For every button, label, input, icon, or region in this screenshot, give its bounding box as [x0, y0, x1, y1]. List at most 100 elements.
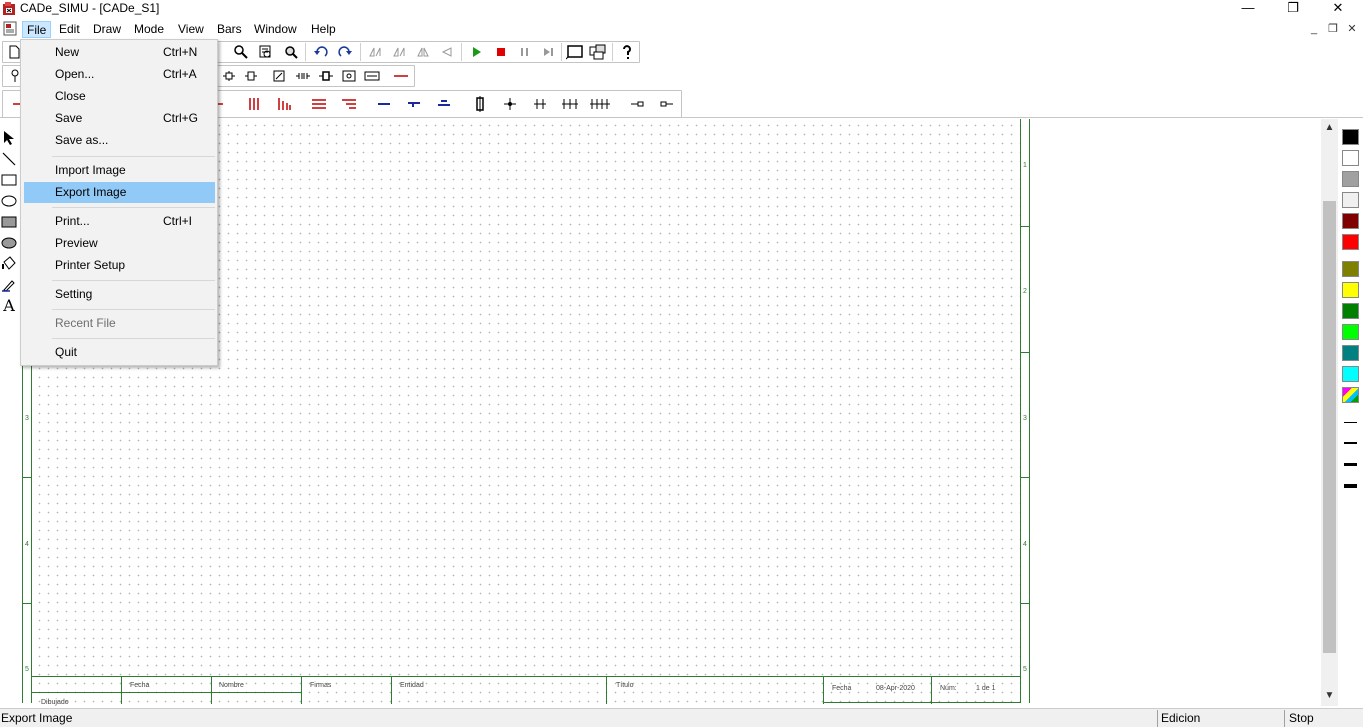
library-icon[interactable] — [587, 42, 609, 62]
menu-bars[interactable]: Bars — [213, 21, 246, 38]
redo-icon[interactable] — [334, 42, 356, 62]
timer-icon[interactable] — [338, 66, 360, 86]
line-draw-icon[interactable] — [0, 149, 18, 169]
menu-edit[interactable]: Edit — [55, 21, 84, 38]
vertical-scrollbar[interactable]: ▲ ▼ — [1321, 119, 1338, 706]
wire-label-right-icon[interactable] — [656, 94, 678, 114]
node-three-icon[interactable] — [559, 94, 581, 114]
relay-icon[interactable] — [268, 66, 290, 86]
menu-item-save-as[interactable]: Save as... — [24, 130, 215, 151]
document-system-icon[interactable] — [3, 21, 18, 36]
cade-simu-app-icon[interactable] — [2, 1, 16, 16]
menu-item-export-image[interactable]: Export Image — [24, 182, 215, 203]
color-swatch[interactable] — [1342, 366, 1359, 382]
mdi-minimize-button[interactable]: _ — [1306, 22, 1322, 38]
node-two-icon[interactable] — [529, 94, 551, 114]
menu-item-quit[interactable]: Quit — [24, 342, 215, 363]
row-number: 1 — [1023, 162, 1027, 169]
color-swatch[interactable] — [1342, 129, 1359, 145]
minimize-button[interactable]: — — [1225, 0, 1271, 18]
node-one-icon[interactable] — [499, 94, 521, 114]
scroll-up-arrow-icon[interactable]: ▲ — [1324, 122, 1335, 133]
multicolor-swatch[interactable] — [1342, 387, 1359, 403]
color-swatch[interactable] — [1342, 150, 1359, 166]
transformer-icon[interactable] — [361, 66, 383, 86]
node-four-icon[interactable] — [589, 94, 611, 114]
undo-icon[interactable] — [310, 42, 332, 62]
coil-icon[interactable] — [292, 66, 314, 86]
rotate-left-icon[interactable] — [364, 42, 386, 62]
line-tool-icon[interactable] — [390, 66, 412, 86]
color-swatch[interactable] — [1342, 213, 1359, 229]
bus-horizontal-n-icon[interactable] — [338, 94, 360, 114]
pen-icon[interactable] — [0, 275, 18, 295]
select-arrow-icon[interactable] — [0, 128, 18, 148]
color-swatch[interactable] — [1342, 324, 1359, 340]
simulate-pause-icon[interactable] — [514, 42, 536, 62]
filled-ellipse-icon[interactable] — [0, 233, 18, 253]
zoom-area-icon[interactable] — [280, 42, 302, 62]
scroll-thumb[interactable] — [1323, 201, 1336, 653]
contact-icon[interactable] — [315, 66, 337, 86]
menu-item-new[interactable]: New Ctrl+N — [24, 42, 215, 63]
simulate-stop-icon[interactable] — [490, 42, 512, 62]
wire-label-left-icon[interactable] — [626, 94, 648, 114]
menu-item-preview[interactable]: Preview — [24, 233, 215, 254]
restore-button[interactable]: ❐ — [1270, 0, 1316, 18]
color-swatch[interactable] — [1342, 303, 1359, 319]
color-swatch[interactable] — [1342, 261, 1359, 277]
menu-file[interactable]: File — [22, 21, 52, 38]
menu-item-printer-setup[interactable]: Printer Setup — [24, 255, 215, 276]
toolbar-separator — [360, 43, 361, 61]
scroll-down-arrow-icon[interactable]: ▼ — [1324, 690, 1335, 701]
ellipse-icon[interactable] — [0, 191, 18, 211]
wire-blue-junction-icon[interactable] — [403, 94, 425, 114]
mirror-vertical-icon[interactable] — [436, 42, 458, 62]
line-width-medium[interactable] — [1344, 442, 1357, 444]
menu-item-open[interactable]: Open... Ctrl+A — [24, 64, 215, 85]
bus-three-phase-n-icon[interactable] — [273, 94, 295, 114]
page-view-icon[interactable] — [564, 42, 586, 62]
color-swatch[interactable] — [1342, 345, 1359, 361]
title-block-col — [606, 676, 607, 704]
menu-item-save[interactable]: Save Ctrl+G — [24, 108, 215, 129]
mirror-horizontal-icon[interactable] — [412, 42, 434, 62]
line-width-thicker[interactable] — [1344, 484, 1357, 488]
simulate-play-icon[interactable] — [466, 42, 488, 62]
terminal-icon[interactable] — [218, 66, 240, 86]
color-swatch[interactable] — [1342, 192, 1359, 208]
wire-blue-icon[interactable] — [373, 94, 395, 114]
bus-horizontal-icon[interactable] — [308, 94, 330, 114]
menu-item-print[interactable]: Print... Ctrl+I — [24, 211, 215, 232]
rectangle-icon[interactable] — [0, 170, 18, 190]
close-button[interactable]: ✕ — [1315, 0, 1361, 18]
menu-item-import-image[interactable]: Import Image — [24, 160, 215, 181]
color-swatch[interactable] — [1342, 234, 1359, 250]
color-swatch[interactable] — [1342, 282, 1359, 298]
filled-rectangle-icon[interactable] — [0, 212, 18, 232]
connector-icon[interactable] — [240, 66, 262, 86]
menu-view[interactable]: View — [174, 21, 208, 38]
color-swatch[interactable] — [1342, 171, 1359, 187]
zoom-in-icon[interactable] — [230, 42, 252, 62]
menu-window[interactable]: Window — [250, 21, 301, 38]
help-icon[interactable] — [616, 42, 638, 62]
text-tool-icon[interactable]: A — [0, 296, 18, 316]
fuse-icon[interactable] — [469, 94, 491, 114]
mdi-restore-button[interactable]: ❐ — [1325, 22, 1341, 38]
menu-help[interactable]: Help — [307, 21, 340, 38]
mdi-close-button[interactable]: ✕ — [1344, 22, 1360, 38]
menu-mode[interactable]: Mode — [130, 21, 168, 38]
title-block-col — [301, 676, 302, 704]
line-width-thin[interactable] — [1344, 422, 1357, 423]
bus-three-phase-icon[interactable] — [243, 94, 265, 114]
wire-blue-cross-icon[interactable] — [433, 94, 455, 114]
line-width-thick[interactable] — [1344, 463, 1357, 466]
simulate-step-icon[interactable] — [538, 42, 560, 62]
menu-item-setting[interactable]: Setting — [24, 284, 215, 305]
menu-item-close[interactable]: Close — [24, 86, 215, 107]
rotate-right-icon[interactable] — [388, 42, 410, 62]
print-preview-icon[interactable] — [254, 42, 276, 62]
fill-bucket-icon[interactable] — [0, 254, 18, 274]
menu-draw[interactable]: Draw — [89, 21, 125, 38]
